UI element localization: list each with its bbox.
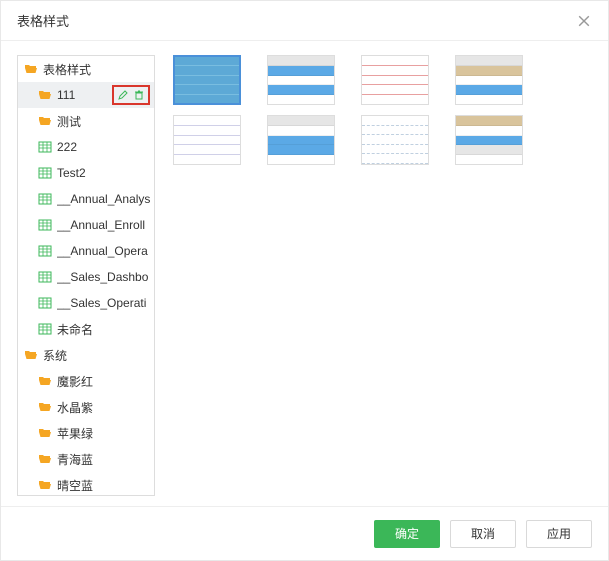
table-icon xyxy=(38,166,52,180)
folder-open-icon xyxy=(38,426,52,440)
table-icon xyxy=(38,192,52,206)
cancel-button[interactable]: 取消 xyxy=(450,520,516,548)
tree-folder-qingkonglan[interactable]: 晴空蓝 xyxy=(18,472,154,496)
tree-folder-qinghailan[interactable]: 青海蓝 xyxy=(18,446,154,472)
style-tree[interactable]: 表格样式 111 测试 xyxy=(17,55,155,496)
close-icon xyxy=(578,15,590,27)
table-icon xyxy=(38,322,52,336)
pencil-icon xyxy=(117,89,129,101)
tree-root-system[interactable]: 系统 xyxy=(18,342,154,368)
folder-open-icon xyxy=(24,348,38,362)
tree-label: 青海蓝 xyxy=(57,451,93,468)
tree-root-table-styles[interactable]: 表格样式 xyxy=(18,56,154,82)
tree-table-annual-enroll[interactable]: __Annual_Enroll xyxy=(18,212,154,238)
dialog-header: 表格样式 xyxy=(1,1,608,41)
apply-button[interactable]: 应用 xyxy=(526,520,592,548)
dialog-footer: 确定 取消 应用 xyxy=(1,506,608,560)
close-button[interactable] xyxy=(576,13,592,29)
folder-open-icon xyxy=(38,478,52,492)
tree-table-sales-operati[interactable]: __Sales_Operati xyxy=(18,290,154,316)
tree-label: 表格样式 xyxy=(43,61,91,78)
tree-label: Test2 xyxy=(57,166,86,180)
dialog-body: 表格样式 111 测试 xyxy=(1,41,608,506)
folder-open-icon xyxy=(38,452,52,466)
edit-button[interactable] xyxy=(116,88,130,102)
tree-table-222[interactable]: 222 xyxy=(18,134,154,160)
folder-open-icon xyxy=(38,374,52,388)
style-thumbnail-1[interactable] xyxy=(173,55,241,105)
folder-open-icon xyxy=(38,88,52,102)
table-icon xyxy=(38,270,52,284)
style-thumbnail-7[interactable] xyxy=(361,115,429,165)
folder-open-icon xyxy=(38,400,52,414)
tree-folder-moyinghong[interactable]: 魔影红 xyxy=(18,368,154,394)
table-icon xyxy=(38,140,52,154)
tree-label: 苹果绿 xyxy=(57,425,93,442)
tree-label: 系统 xyxy=(43,347,67,364)
delete-button[interactable] xyxy=(132,88,146,102)
tree-folder-pingguolv[interactable]: 苹果绿 xyxy=(18,420,154,446)
style-thumbnail-2[interactable] xyxy=(267,55,335,105)
ok-button[interactable]: 确定 xyxy=(374,520,440,548)
tree-table-sales-dashbo[interactable]: __Sales_Dashbo xyxy=(18,264,154,290)
table-style-dialog: 表格样式 表格样式 111 xyxy=(0,0,609,561)
style-thumbnail-4[interactable] xyxy=(455,55,523,105)
tree-item-actions-highlight xyxy=(112,85,150,105)
tree-label: 魔影红 xyxy=(57,373,93,390)
tree-table-annual-analys[interactable]: __Annual_Analys xyxy=(18,186,154,212)
style-thumbnail-3[interactable] xyxy=(361,55,429,105)
tree-table-unnamed[interactable]: 未命名 xyxy=(18,316,154,342)
table-icon xyxy=(38,296,52,310)
tree-label: 222 xyxy=(57,140,77,154)
dialog-title: 表格样式 xyxy=(17,11,69,30)
style-thumbnail-5[interactable] xyxy=(173,115,241,165)
tree-label: 水晶紫 xyxy=(57,399,93,416)
table-icon xyxy=(38,218,52,232)
folder-open-icon xyxy=(38,114,52,128)
folder-open-icon xyxy=(24,62,38,76)
tree-folder-shuijingzi[interactable]: 水晶紫 xyxy=(18,394,154,420)
tree-folder-test[interactable]: 测试 xyxy=(18,108,154,134)
tree-label: __Annual_Analys xyxy=(57,192,150,206)
tree-label: 晴空蓝 xyxy=(57,477,93,494)
trash-icon xyxy=(133,89,145,101)
style-thumbnail-6[interactable] xyxy=(267,115,335,165)
table-icon xyxy=(38,244,52,258)
tree-label: 111 xyxy=(57,88,75,102)
tree-folder-111[interactable]: 111 xyxy=(18,82,154,108)
tree-label: 测试 xyxy=(57,113,81,130)
tree-label: 未命名 xyxy=(57,321,93,338)
tree-table-test2[interactable]: Test2 xyxy=(18,160,154,186)
tree-label: __Sales_Dashbo xyxy=(57,270,148,284)
tree-table-annual-opera[interactable]: __Annual_Opera xyxy=(18,238,154,264)
tree-label: __Annual_Enroll xyxy=(57,218,145,232)
tree-label: __Annual_Opera xyxy=(57,244,148,258)
style-gallery xyxy=(155,55,592,496)
style-thumbnail-8[interactable] xyxy=(455,115,523,165)
tree-label: __Sales_Operati xyxy=(57,296,146,310)
